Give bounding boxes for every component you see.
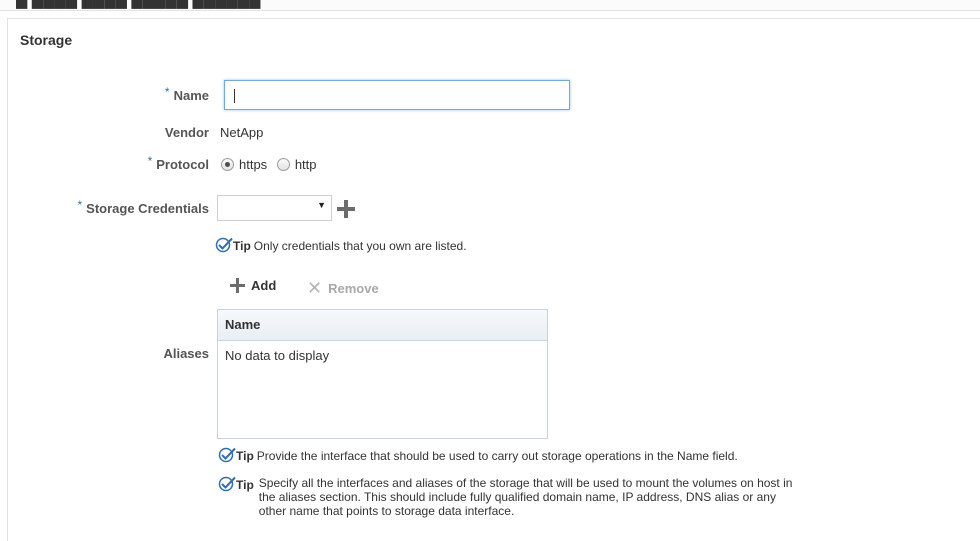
aliases-tip: Tip Specify all the interfaces and alias…: [218, 476, 958, 518]
dropdown-arrow-icon: ▼: [317, 200, 326, 210]
tip-text-line: other name that points to storage data i…: [258, 504, 515, 518]
tip-text-line: Specify all the interfaces and aliases o…: [258, 476, 793, 490]
protocol-radio-group: https http: [221, 157, 317, 172]
x-icon: ✕: [307, 278, 323, 298]
tip-text: Only credentials that you own are listed…: [253, 239, 467, 253]
table-empty-message: No data to display: [225, 348, 330, 363]
name-label: * Name: [164, 85, 209, 103]
radio-https[interactable]: https: [221, 157, 267, 172]
add-credential-plus-icon[interactable]: [337, 200, 355, 218]
remove-alias-button[interactable]: ✕ Remove: [307, 278, 379, 299]
text-caret: [234, 89, 235, 103]
required-asterisk: *: [77, 198, 83, 212]
section-title: Storage: [20, 32, 73, 48]
vendor-value: NetApp: [220, 125, 264, 140]
tip-text: Specify all the interfaces and aliases o…: [257, 476, 793, 518]
add-alias-button[interactable]: Add: [230, 278, 276, 293]
name-field-tip: Tip Provide the interface that should be …: [218, 447, 738, 463]
check-circle-icon: [215, 237, 233, 253]
required-asterisk: *: [164, 85, 170, 99]
protocol-label: * Protocol: [147, 154, 209, 172]
radio-http[interactable]: http: [276, 157, 317, 172]
check-circle-icon: [218, 476, 236, 492]
required-asterisk: *: [147, 154, 153, 168]
radio-button[interactable]: [276, 158, 290, 171]
tip-text-line: the aliases section. This should include…: [258, 490, 776, 504]
vendor-label: Vendor: [164, 125, 209, 140]
check-circle-icon: [218, 447, 236, 463]
name-input[interactable]: [224, 80, 570, 110]
aliases-table: Name No data to display: [217, 309, 548, 439]
table-column-header-name[interactable]: Name: [218, 310, 547, 341]
storage-panel: Storage * Name Vendor NetApp * Protocol ht…: [7, 18, 980, 541]
storage-credentials-select[interactable]: ▼: [217, 195, 332, 221]
tip-label: Tip: [236, 478, 254, 492]
tip-label: Tip: [236, 449, 254, 463]
aliases-label: Aliases: [163, 346, 209, 361]
previous-section-header: █ ████ ████ █████ ██████: [0, 0, 980, 11]
tip-text: Provide the interface that should be use…: [256, 449, 738, 463]
storage-credentials-label: * Storage Credentials: [77, 198, 210, 216]
radio-button-selected[interactable]: [221, 158, 234, 171]
previous-section-title: █ ████ ████ █████ ██████: [16, 0, 261, 9]
plus-icon: [230, 278, 245, 293]
tip-label: Tip: [233, 239, 251, 253]
credentials-tip: Tip Only credentials that you own are lis…: [215, 237, 467, 253]
